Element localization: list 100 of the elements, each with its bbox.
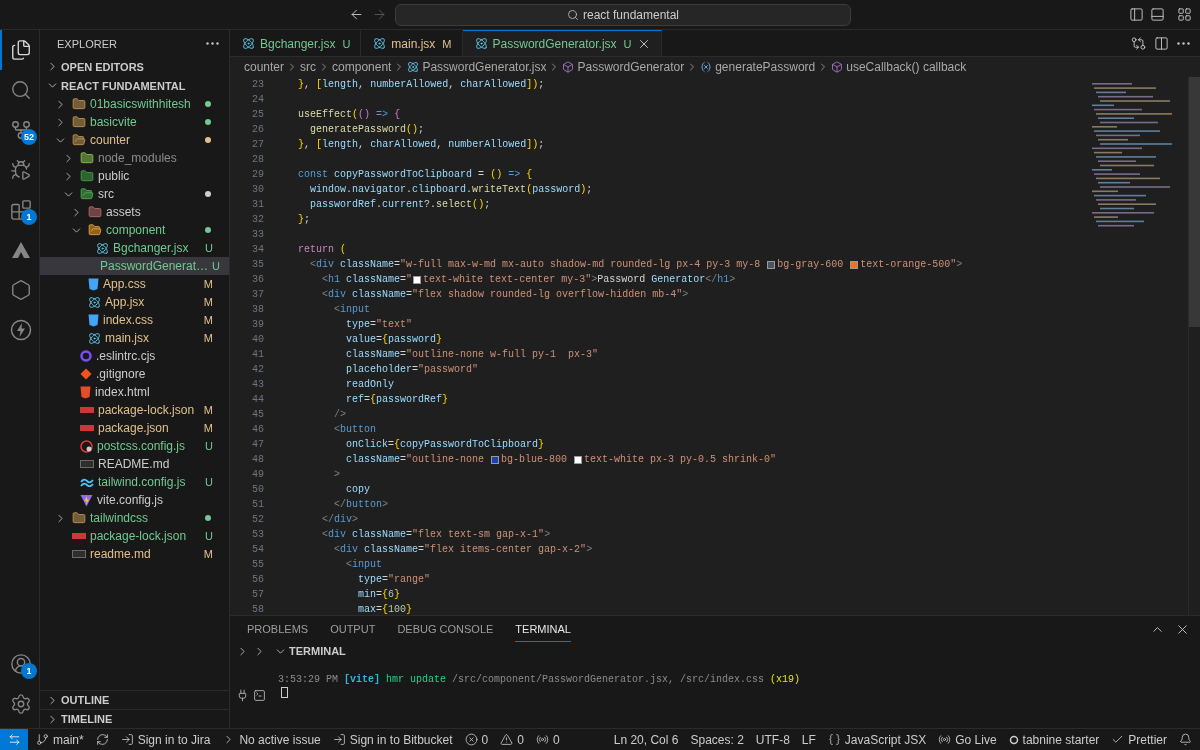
toggle-sidebar-button[interactable] [1129, 7, 1144, 22]
activity-tab[interactable]: 1 [0, 190, 40, 230]
activity-tab[interactable]: 52 [0, 110, 40, 150]
tree-item[interactable]: tailwindcss [40, 509, 229, 527]
code-text: <input [345, 559, 383, 570]
tree-item[interactable]: App.css M [40, 275, 229, 293]
breadcrumb-item[interactable]: PasswordGenerator.jsx [407, 60, 547, 74]
panel-tab[interactable]: DEBUG CONSOLE [397, 616, 494, 642]
line-number: 25 [251, 109, 264, 120]
activity-button[interactable]: 1 [0, 644, 40, 684]
line-number: 44 [251, 394, 264, 405]
breadcrumb-item[interactable]: counter [244, 60, 285, 74]
tree-item[interactable]: node_modules [40, 149, 229, 167]
wave-icon [80, 477, 94, 487]
status-item[interactable]: tabnine starter [1008, 732, 1100, 747]
status-item[interactable]: main* [36, 732, 84, 747]
tree-item[interactable]: basicvite [40, 113, 229, 131]
tree-item[interactable]: counter [40, 131, 229, 149]
line-number: 56 [251, 574, 264, 585]
breadcrumb-item[interactable]: component [332, 60, 392, 74]
status-item[interactable]: 0 [500, 732, 524, 747]
status-item[interactable]: Spaces: 2 [690, 732, 744, 747]
code-text: text-white text-center my-3">Password Generator</h1> [423, 274, 736, 285]
tree-item[interactable]: package.json M [40, 419, 229, 437]
tree-item[interactable]: main.jsx M [40, 329, 229, 347]
sidebar-title: EXPLORER [57, 37, 117, 50]
tree-item[interactable]: src [40, 185, 229, 203]
panel-tab[interactable]: TERMINAL [515, 616, 571, 642]
tree-item[interactable]: .gitignore [40, 365, 229, 383]
tree-item[interactable]: public [40, 167, 229, 185]
breadcrumb-item[interactable]: useCallback() callback [831, 60, 967, 74]
section-header[interactable]: REACT FUNDAMENTAL [40, 76, 229, 95]
tree-item[interactable]: .eslintrc.cjs [40, 347, 229, 365]
panel-tab[interactable]: OUTPUT [330, 616, 376, 642]
file-name: .eslintrc.cjs [96, 349, 156, 363]
split-icon [1154, 35, 1169, 51]
breadcrumb-item[interactable]: generatePassword [700, 60, 816, 74]
status-item[interactable]: UTF-8 [755, 732, 790, 747]
tree-item[interactable]: component [40, 221, 229, 239]
command-search-field[interactable]: react fundamental [395, 3, 851, 26]
status-item[interactable]: 0 [535, 732, 560, 747]
tree-item[interactable]: README.md [40, 455, 229, 473]
tree-item[interactable]: index.html [40, 383, 229, 401]
arrow-left-icon [349, 7, 364, 22]
tree-item[interactable]: index.css M [40, 311, 229, 329]
status-item[interactable]: 0 [464, 732, 489, 747]
status-item[interactable] [95, 733, 109, 746]
scrollbar-thumb[interactable] [1189, 77, 1200, 327]
compare-changes-button[interactable] [1131, 35, 1146, 51]
tree-item[interactable]: Bgchanger.jsx U [40, 239, 229, 257]
code-text: <div className="flex items-center gap-x-2"> [333, 544, 593, 555]
atom-icon [88, 295, 101, 309]
section-header[interactable]: OPEN EDITORS [40, 57, 229, 76]
tree-item[interactable]: 01basicswithhitesh [40, 95, 229, 113]
tree-item[interactable]: postcss.config.js U [40, 437, 229, 455]
section-header[interactable]: TIMELINE [40, 709, 229, 728]
more-button[interactable] [206, 42, 219, 45]
status-item[interactable]: JavaScript JSX [827, 732, 927, 747]
code-text: window.navigator.clipboard.writeText(password); [309, 184, 593, 195]
status-item[interactable]: No active issue [222, 732, 321, 747]
status-item[interactable]: Sign in to Bitbucket [332, 732, 453, 747]
tree-item[interactable]: assets [40, 203, 229, 221]
editor-tab[interactable]: PasswordGenerator.jsx U [462, 30, 662, 56]
folder-icon [80, 151, 94, 165]
tree-item[interactable]: vite.config.js [40, 491, 229, 509]
tree-item[interactable]: PasswordGenerat… U [40, 257, 229, 275]
section-header[interactable]: OUTLINE [40, 690, 229, 709]
line-number: 47 [251, 439, 264, 450]
warning-icon [500, 733, 514, 746]
line-number: 55 [251, 559, 264, 570]
tree-item[interactable]: tailwind.config.js U [40, 473, 229, 491]
tree-item[interactable]: App.jsx M [40, 293, 229, 311]
arrows-icon [7, 733, 21, 746]
code-text: readOnly [345, 379, 395, 390]
status-item[interactable]: Go Live [938, 732, 997, 747]
breadcrumb-item[interactable]: PasswordGenerator [562, 60, 685, 74]
code-text: type="text" [345, 319, 413, 330]
color-swatch[interactable] [574, 455, 583, 464]
terminal-section-header[interactable]: TERMINAL [274, 644, 346, 658]
status-item[interactable]: Prettier [1111, 732, 1167, 747]
tree-item[interactable]: package-lock.json M [40, 401, 229, 419]
color-swatch[interactable] [413, 275, 422, 284]
more-button[interactable] [1177, 41, 1190, 45]
customize-layout-button[interactable] [1177, 7, 1192, 22]
status-item[interactable]: Ln 20, Col 6 [613, 732, 679, 747]
breadcrumb-item[interactable]: src [300, 60, 317, 74]
tree-item[interactable]: readme.md M [40, 545, 229, 563]
toggle-panel-button[interactable] [1150, 7, 1165, 22]
compare-icon [1131, 35, 1146, 51]
circle-icon [80, 439, 93, 453]
status-item[interactable]: LF [801, 732, 816, 747]
color-swatch[interactable] [767, 260, 776, 269]
color-swatch[interactable] [491, 455, 500, 464]
tree-item[interactable]: package-lock.json U [40, 527, 229, 545]
status-item[interactable] [1179, 733, 1192, 746]
panel-tab[interactable]: PROBLEMS [247, 616, 309, 642]
back-button[interactable] [349, 7, 364, 22]
color-swatch[interactable] [850, 260, 859, 269]
split-editor-button[interactable] [1154, 35, 1169, 51]
status-item[interactable]: Sign in to Jira [120, 732, 211, 747]
